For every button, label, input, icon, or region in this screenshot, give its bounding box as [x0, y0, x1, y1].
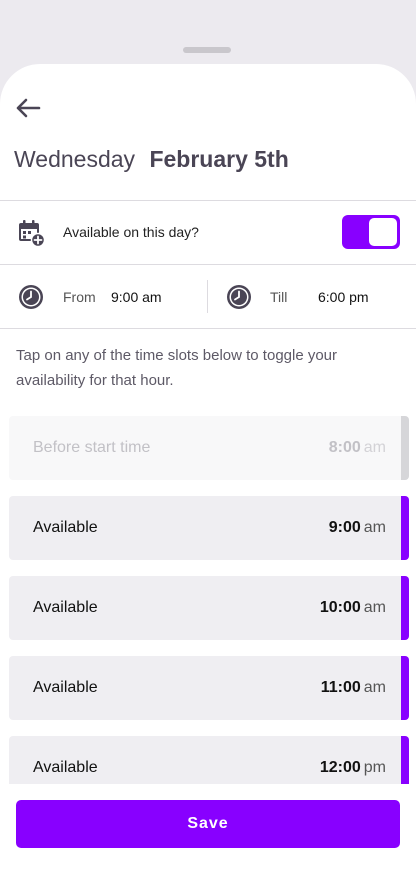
clock-icon	[19, 284, 43, 309]
slot-status-bar	[401, 416, 409, 480]
from-value: 9:00 am	[111, 288, 162, 305]
slot-status-bar	[401, 496, 409, 560]
arrow-left-icon	[16, 98, 41, 118]
slot-hour: 10:00	[319, 599, 361, 616]
time-slot[interactable]: Before start time 8:00 am	[9, 416, 409, 480]
slot-status-bar	[401, 576, 409, 640]
divider	[207, 280, 208, 313]
clock-icon	[227, 284, 251, 309]
calendar-add-icon	[19, 220, 45, 247]
time-slot-list[interactable]: Before start time 8:00 am Available 9:00 a…	[0, 416, 416, 784]
slot-status: Available	[33, 599, 98, 616]
availability-row: Available on this day?	[0, 201, 416, 265]
time-slot[interactable]: Available 11:00 am	[9, 656, 409, 720]
till-label: Till	[270, 288, 288, 305]
sheet-grabber-handle[interactable]	[183, 47, 231, 53]
availability-label: Available on this day?	[63, 224, 199, 240]
slot-ampm: am	[363, 679, 386, 696]
slot-hour: 8:00	[328, 439, 361, 456]
hint-text: Tap on any of the time slots below to to…	[16, 347, 338, 389]
page-title: Wednesday February 5th	[14, 146, 289, 173]
slot-status-bar	[401, 736, 409, 784]
slot-status: Before start time	[33, 439, 151, 456]
back-button[interactable]	[14, 96, 42, 120]
slot-hour: 9:00	[328, 519, 361, 536]
screen: Wednesday February 5th Available on this…	[0, 0, 416, 896]
slot-status: Available	[33, 759, 98, 776]
slot-time: 11:00 am	[321, 679, 386, 697]
slot-status: Available	[33, 519, 98, 536]
availability-toggle[interactable]	[342, 215, 400, 249]
from-time-selector[interactable]: From 9:00 am	[18, 265, 203, 328]
time-slot[interactable]: Available 12:00 pm	[9, 736, 409, 784]
slot-time: 10:00 am	[320, 599, 386, 617]
time-slot[interactable]: Available 10:00 am	[9, 576, 409, 640]
till-value: 6:00 pm	[318, 288, 369, 305]
divider	[0, 328, 416, 329]
title-weekday: Wednesday	[14, 146, 136, 172]
from-label: From	[63, 288, 96, 305]
time-slot[interactable]: Available 9:00 am	[9, 496, 409, 560]
slot-time: 9:00 am	[329, 519, 386, 537]
slot-time: 8:00 am	[329, 439, 386, 457]
save-button[interactable]: Save	[16, 800, 400, 848]
slot-time: 12:00 pm	[320, 759, 386, 777]
time-range-row: From 9:00 am Till 6:00 pm	[0, 265, 416, 328]
slot-ampm: am	[363, 439, 386, 456]
slot-ampm: am	[363, 599, 386, 616]
title-date: February 5th	[149, 146, 289, 172]
slot-hour: 11:00	[320, 679, 361, 696]
slot-status-bar	[401, 656, 409, 720]
slot-ampm: pm	[363, 759, 386, 776]
toggle-knob	[369, 218, 397, 246]
footer: Save	[0, 784, 416, 896]
till-time-selector[interactable]: Till 6:00 pm	[226, 265, 406, 328]
slot-ampm: am	[363, 519, 386, 536]
slot-hour: 12:00	[319, 759, 361, 776]
bottom-sheet: Wednesday February 5th Available on this…	[0, 64, 416, 896]
slot-status: Available	[33, 679, 98, 696]
